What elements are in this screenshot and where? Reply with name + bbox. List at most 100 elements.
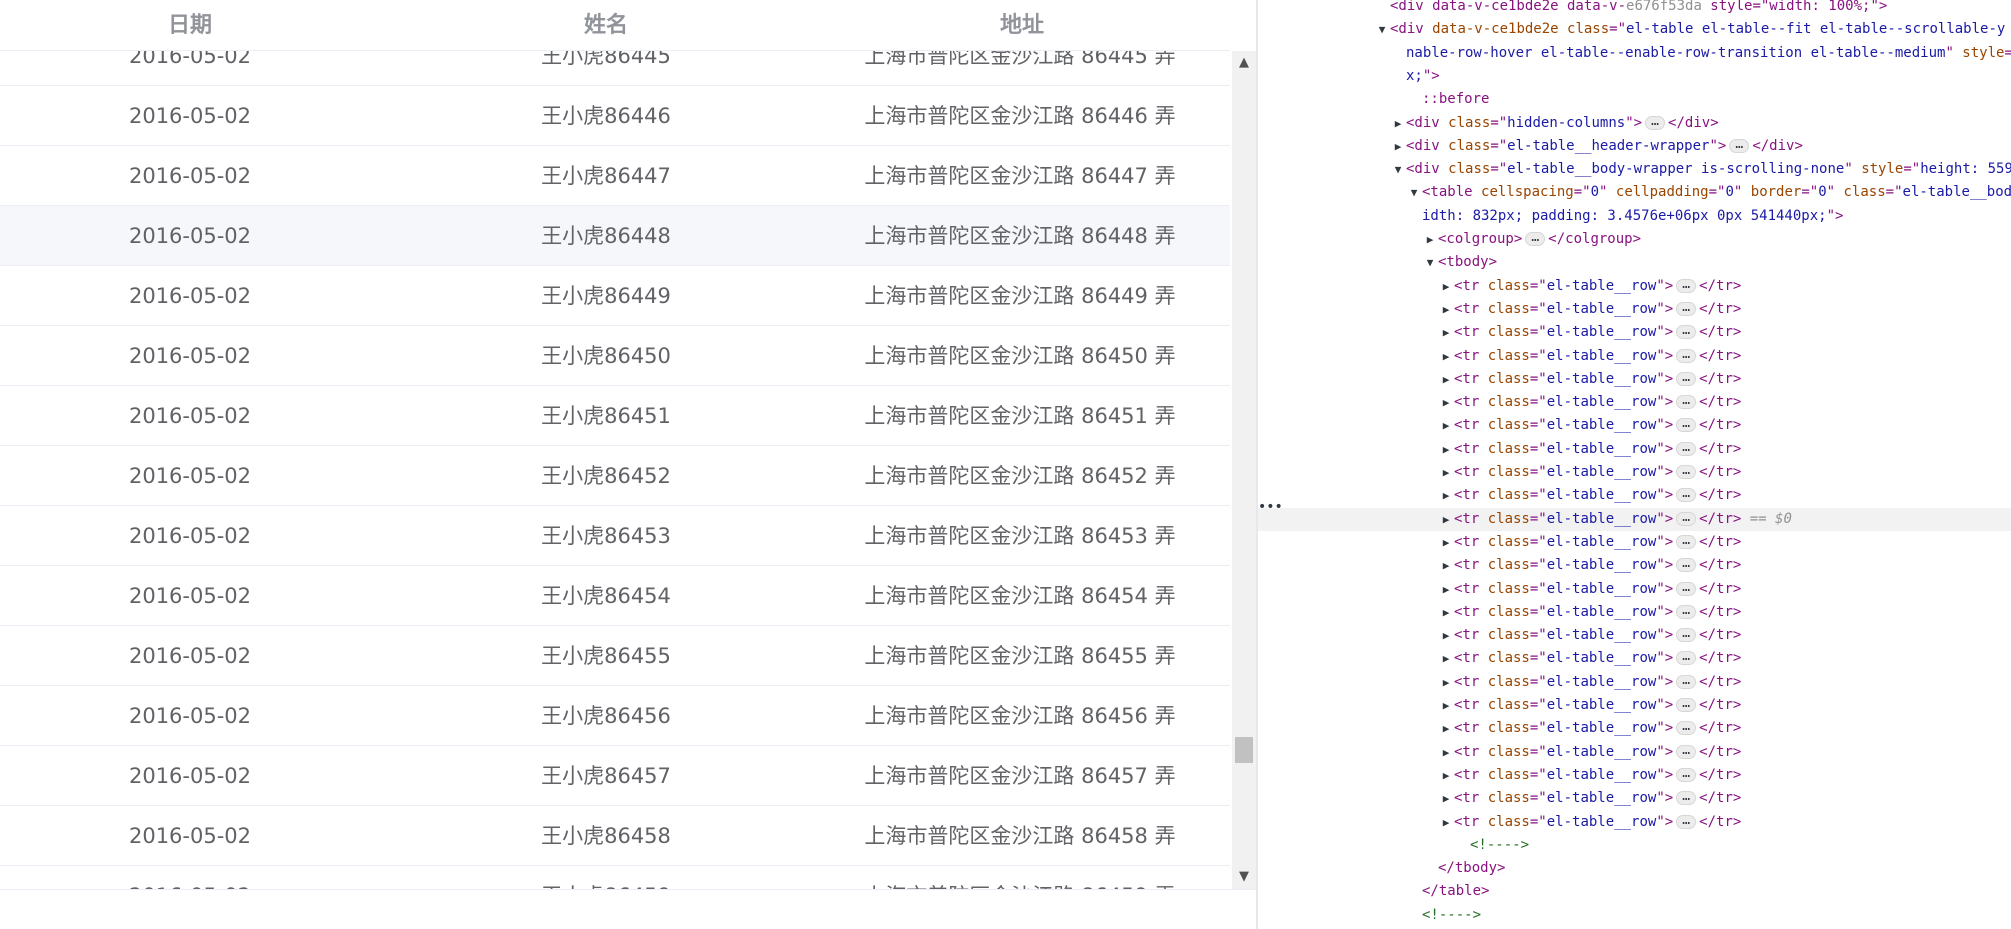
dom-node-tr[interactable]: ▶ <tr class="el-table__row">… </tr>	[1258, 764, 2011, 787]
collapse-triangle-icon[interactable]: ▶	[1440, 741, 1452, 764]
dom-node-line[interactable]: <div data-v-ce1bde2e data-v-e676f53da st…	[1258, 0, 2011, 18]
ellipsis-icon[interactable]: …	[1676, 278, 1697, 293]
dom-node-tr[interactable]: ▶ <tr class="el-table__row">… </tr>	[1258, 368, 2011, 391]
dom-node-tr[interactable]: ▶ <tr class="el-table__row">… </tr>	[1258, 578, 2011, 601]
ellipsis-icon[interactable]: …	[1676, 674, 1697, 689]
table-scrollbar[interactable]: ▲ ▼	[1232, 51, 1256, 889]
column-header-address[interactable]: 地址	[832, 0, 1212, 51]
collapse-triangle-icon[interactable]: ▶	[1440, 508, 1452, 531]
collapse-triangle-icon[interactable]: ▶	[1392, 135, 1404, 158]
collapse-triangle-icon[interactable]: ▶	[1440, 461, 1452, 484]
arrow-up-icon[interactable]: ▲	[1232, 51, 1256, 75]
table-row[interactable]: 2016-05-02 王小虎86453 上海市普陀区金沙江路 86453 弄	[0, 506, 1230, 566]
collapse-triangle-icon[interactable]: ▶	[1440, 414, 1452, 437]
ellipsis-icon[interactable]: …	[1645, 115, 1666, 130]
dom-node-tr[interactable]: ▶ <tr class="el-table__row">… </tr>	[1258, 438, 2011, 461]
collapse-triangle-icon[interactable]: ▶	[1440, 624, 1452, 647]
ellipsis-icon[interactable]: …	[1525, 231, 1546, 246]
dom-node-tr[interactable]: ▶ <tr class="el-table__row">… </tr>	[1258, 275, 2011, 298]
expand-triangle-icon[interactable]: ▼	[1424, 251, 1436, 274]
ellipsis-icon[interactable]: …	[1676, 487, 1697, 503]
dom-node-tr[interactable]: ▶ <tr class="el-table__row">… </tr>	[1258, 787, 2011, 810]
table-row[interactable]: 2016-05-02王小虎86459上海市普陀区金沙江路 86459 弄	[0, 866, 1230, 889]
table-row[interactable]: 2016-05-02 王小虎86446 上海市普陀区金沙江路 86446 弄	[0, 86, 1230, 146]
dom-node-line[interactable]: </tbody>	[1258, 857, 2011, 880]
dom-node-tr[interactable]: ▶ <tr class="el-table__row">… </tr>	[1258, 671, 2011, 694]
collapse-triangle-icon[interactable]: ▶	[1440, 484, 1452, 507]
dom-node-line[interactable]: idth: 832px; padding: 3.4576e+06px 0px 5…	[1258, 205, 2011, 228]
scrollbar-thumb[interactable]	[1235, 737, 1253, 763]
ellipsis-icon[interactable]: …	[1676, 511, 1697, 526]
collapse-triangle-icon[interactable]: ▶	[1440, 694, 1452, 717]
dom-node-tr[interactable]: ▶ <tr class="el-table__row">… </tr>	[1258, 531, 2011, 554]
table-row[interactable]: 2016-05-02 王小虎86457 上海市普陀区金沙江路 86457 弄	[0, 746, 1230, 806]
ellipsis-icon[interactable]: …	[1676, 534, 1697, 549]
dom-node-line[interactable]: ▼ <div data-v-ce1bde2e class="el-table el…	[1258, 18, 2011, 41]
dom-node-line[interactable]: ▶ <colgroup>… </colgroup>	[1258, 228, 2011, 251]
dom-node-tr[interactable]: ▶ <tr class="el-table__row">… </tr>	[1258, 717, 2011, 740]
dom-node-tr[interactable]: ▶ <tr class="el-table__row">… </tr>	[1258, 811, 2011, 834]
dom-node-tr[interactable]: ▶ <tr class="el-table__row">… </tr>	[1258, 694, 2011, 717]
ellipsis-icon[interactable]: …	[1676, 744, 1697, 759]
table-row[interactable]: 2016-05-02 王小虎86448 上海市普陀区金沙江路 86448 弄	[0, 206, 1230, 266]
expand-triangle-icon[interactable]: ▼	[1392, 158, 1404, 181]
collapse-triangle-icon[interactable]: ▶	[1440, 647, 1452, 670]
ellipsis-icon[interactable]: …	[1676, 557, 1697, 573]
dom-node-tr[interactable]: ▶ <tr class="el-table__row">… </tr>	[1258, 414, 2011, 437]
ellipsis-icon[interactable]: •••	[1258, 496, 1283, 519]
dom-node-tr[interactable]: ▶ <tr class="el-table__row">… </tr>	[1258, 484, 2011, 507]
dom-node-line[interactable]: </table>	[1258, 880, 2011, 903]
collapse-triangle-icon[interactable]: ▶	[1440, 717, 1452, 740]
ellipsis-icon[interactable]: …	[1676, 348, 1697, 363]
dom-node-tr[interactable]: ▶ <tr class="el-table__row">… </tr>	[1258, 647, 2011, 670]
column-header-name[interactable]: 姓名	[380, 0, 832, 51]
table-row[interactable]: 2016-05-02 王小虎86445 上海市普陀区金沙江路 86445 弄	[0, 51, 1230, 86]
dom-node-line[interactable]: ▼ <table cellspacing="0" cellpadding="0" …	[1258, 181, 2011, 204]
table-row[interactable]: 2016-05-02 王小虎86447 上海市普陀区金沙江路 86447 弄	[0, 146, 1230, 206]
dom-node-line[interactable]: ▼ <tbody>	[1258, 251, 2011, 274]
table-row[interactable]: 2016-05-02 王小虎86449 上海市普陀区金沙江路 86449 弄	[0, 266, 1230, 326]
dom-node-tr[interactable]: ▶ <tr class="el-table__row">… </tr>	[1258, 741, 2011, 764]
dom-node-line[interactable]: ▶ <div class="el-table__header-wrapper">……	[1258, 135, 2011, 158]
table-row[interactable]: 2016-05-02 王小虎86458 上海市普陀区金沙江路 86458 弄	[0, 806, 1230, 866]
ellipsis-icon[interactable]: …	[1676, 790, 1697, 806]
dom-node-line[interactable]: nable-row-hover el-table--enable-row-tra…	[1258, 42, 2011, 65]
collapse-triangle-icon[interactable]: ▶	[1440, 391, 1452, 414]
ellipsis-icon[interactable]: …	[1676, 441, 1697, 456]
ellipsis-icon[interactable]: …	[1729, 138, 1750, 153]
ellipsis-icon[interactable]: …	[1676, 650, 1697, 666]
collapse-triangle-icon[interactable]: ▶	[1440, 601, 1452, 624]
table-row[interactable]: 2016-05-02 王小虎86451 上海市普陀区金沙江路 86451 弄	[0, 386, 1230, 446]
ellipsis-icon[interactable]: …	[1676, 767, 1697, 782]
dom-node-line[interactable]: <!---->	[1258, 834, 2011, 857]
ellipsis-icon[interactable]: …	[1676, 720, 1697, 736]
dom-node-tr[interactable]: ▶ <tr class="el-table__row">… </tr>	[1258, 461, 2011, 484]
dom-node-tr[interactable]: ▶ <tr class="el-table__row">… </tr>	[1258, 321, 2011, 344]
ellipsis-icon[interactable]: …	[1676, 814, 1697, 829]
collapse-triangle-icon[interactable]: ▶	[1440, 531, 1452, 554]
ellipsis-icon[interactable]: …	[1676, 394, 1697, 410]
table-row[interactable]: 2016-05-02 王小虎86455 上海市普陀区金沙江路 86455 弄	[0, 626, 1230, 686]
collapse-triangle-icon[interactable]: ▶	[1440, 345, 1452, 368]
ellipsis-icon[interactable]: …	[1676, 581, 1697, 596]
collapse-triangle-icon[interactable]: ▶	[1440, 787, 1452, 810]
dom-node-line[interactable]: x;">	[1258, 65, 2011, 88]
collapse-triangle-icon[interactable]: ▶	[1424, 228, 1436, 251]
collapse-triangle-icon[interactable]: ▶	[1440, 368, 1452, 391]
ellipsis-icon[interactable]: …	[1676, 464, 1697, 479]
collapse-triangle-icon[interactable]: ▶	[1440, 811, 1452, 834]
ellipsis-icon[interactable]: …	[1676, 697, 1697, 712]
collapse-triangle-icon[interactable]: ▶	[1440, 554, 1452, 577]
dom-node-tr[interactable]: ▶ <tr class="el-table__row">… </tr>	[1258, 298, 2011, 321]
expand-triangle-icon[interactable]: ▼	[1376, 18, 1388, 41]
column-header-date[interactable]: 日期	[0, 0, 380, 51]
arrow-down-icon[interactable]: ▼	[1232, 865, 1256, 889]
dom-node-tr[interactable]: ▶ <tr class="el-table__row">… </tr>	[1258, 601, 2011, 624]
dom-node-line[interactable]: ▶ <div class="hidden-columns">… </div>	[1258, 112, 2011, 135]
dom-node-line[interactable]: ▼ <div class="el-table__body-wrapper is-s…	[1258, 158, 2011, 181]
dom-node-line[interactable]: ::before	[1258, 88, 2011, 111]
dom-node-tr[interactable]: ▶ <tr class="el-table__row">… </tr>	[1258, 554, 2011, 577]
dom-node-tr[interactable]: ▶ <tr class="el-table__row">… </tr>	[1258, 391, 2011, 414]
collapse-triangle-icon[interactable]: ▶	[1440, 438, 1452, 461]
collapse-triangle-icon[interactable]: ▶	[1440, 671, 1452, 694]
